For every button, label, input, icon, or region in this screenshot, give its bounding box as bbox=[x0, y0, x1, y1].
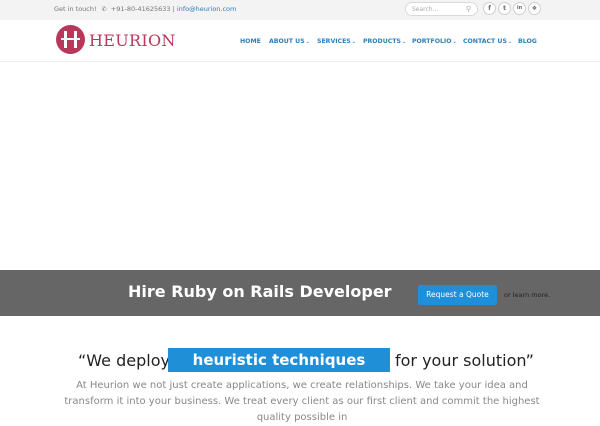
twitter-icon[interactable]: t bbox=[498, 2, 511, 15]
phone-number: +91-80-41625633 bbox=[110, 5, 171, 13]
learn-more-link[interactable]: learn more. bbox=[513, 291, 550, 299]
get-in-touch-label: Get in touch! bbox=[54, 5, 97, 13]
nav-blog[interactable]: BLOG bbox=[518, 38, 537, 45]
search-icon[interactable]: ⚲ bbox=[466, 5, 471, 13]
phone-icon: ✆ bbox=[101, 6, 107, 13]
skype-icon[interactable]: ❖ bbox=[528, 2, 541, 15]
nav-home[interactable]: HOME bbox=[240, 38, 261, 45]
contact-separator: | bbox=[172, 5, 175, 13]
nav-about-us[interactable]: ABOUT US⌄ bbox=[269, 38, 310, 45]
email-link[interactable]: info@heurion.com bbox=[177, 5, 236, 13]
chevron-down-icon: ⌄ bbox=[401, 39, 407, 45]
nav-services[interactable]: SERVICES⌄ bbox=[317, 38, 356, 45]
cta-or-text: or learn more. bbox=[504, 291, 551, 299]
search-box[interactable]: ⚲ bbox=[405, 2, 478, 16]
intro-paragraph: At Heurion we not just create applicatio… bbox=[64, 380, 540, 423]
chevron-down-icon: ⌄ bbox=[305, 39, 310, 45]
nav-portfolio[interactable]: PORTFOLIO⌄ bbox=[412, 38, 457, 45]
chevron-down-icon: ⌄ bbox=[452, 39, 457, 45]
facebook-icon[interactable]: f bbox=[483, 2, 496, 15]
quote-highlight: heuristic techniques bbox=[168, 348, 390, 372]
nav-contact-us[interactable]: CONTACT US⌄ bbox=[463, 38, 512, 45]
chevron-down-icon: ⌄ bbox=[351, 39, 356, 45]
tagline-quote: “We deploy heuristic techniques for your… bbox=[0, 346, 600, 376]
site-header: HEURION HOME ABOUT US⌄ SERVICES⌄ PRODUCT… bbox=[0, 20, 600, 62]
request-quote-button[interactable]: Request a Quote bbox=[418, 285, 497, 305]
quote-open-text: “We deploy bbox=[78, 351, 170, 370]
hero-banner bbox=[0, 62, 600, 270]
logo-text[interactable]: HEURION bbox=[89, 31, 176, 50]
top-bar: Get in touch! ✆ +91-80-41625633 | info@h… bbox=[0, 0, 600, 20]
heurion-logo-icon[interactable] bbox=[56, 25, 85, 54]
chevron-down-icon: ⌄ bbox=[507, 39, 513, 45]
linkedin-icon[interactable]: in bbox=[513, 2, 526, 15]
nav-products[interactable]: PRODUCTS⌄ bbox=[363, 38, 406, 45]
search-input[interactable] bbox=[412, 4, 464, 15]
cta-title: Hire Ruby on Rails Developer bbox=[128, 282, 392, 301]
contact-info: Get in touch! ✆ +91-80-41625633 | info@h… bbox=[54, 5, 236, 13]
quote-close-text: for your solution” bbox=[395, 351, 534, 370]
